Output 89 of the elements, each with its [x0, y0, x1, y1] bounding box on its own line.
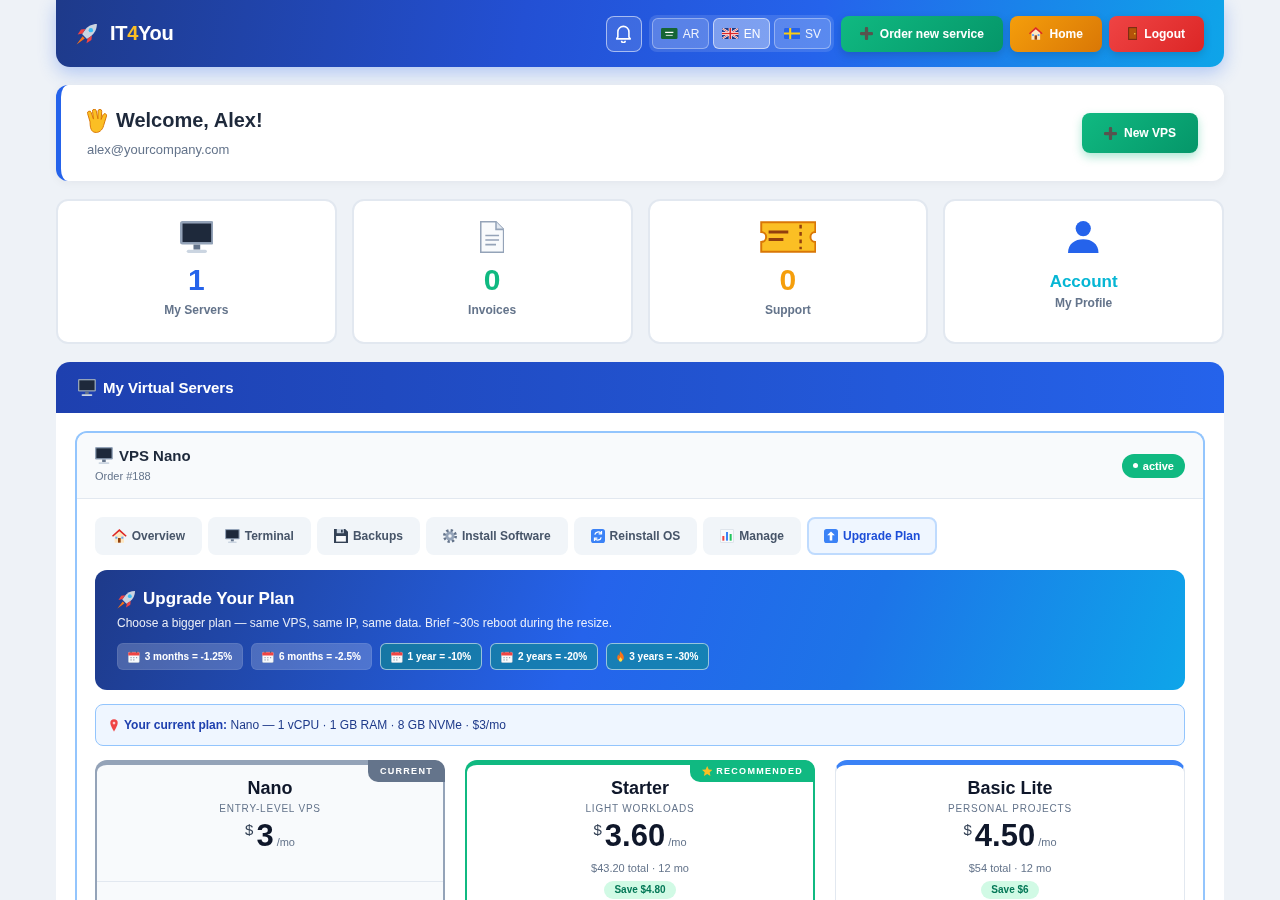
welcome-title: Welcome, Alex! [115, 109, 263, 132]
bell-icon [616, 24, 632, 43]
discount-chip: 1 year = -10% [379, 643, 483, 670]
notifications-button[interactable] [605, 15, 642, 52]
plan-name: Basic Lite [967, 777, 1053, 799]
plan-name: Starter [611, 777, 669, 799]
plan-price: $3/mo [245, 819, 295, 855]
monitor-icon [78, 379, 96, 396]
monitor-icon [95, 447, 113, 464]
bar-chart-icon [720, 529, 735, 543]
section-title: My Virtual Servers [102, 379, 234, 396]
stat-value: 0 [779, 262, 797, 298]
plus-icon [859, 27, 873, 40]
stat-label: My Profile [1054, 296, 1113, 310]
flag-icon [722, 28, 739, 39]
order-number: Order #188 [95, 470, 151, 482]
new-vps-button[interactable]: New VPS [1081, 113, 1198, 153]
discount-chip: 6 months = -2.5% [251, 643, 372, 670]
user-email: alex@yourcompany.com [87, 141, 230, 157]
document-icon [479, 221, 505, 253]
stat-value: 0 [483, 262, 501, 298]
stat-card[interactable]: 0 Invoices [351, 199, 633, 344]
stat-card[interactable]: 0 Support [647, 199, 929, 344]
stat-value: Account [1049, 271, 1118, 293]
star-icon [701, 766, 713, 776]
house-icon [112, 529, 127, 543]
plan-badge: RECOMMENDED [689, 760, 815, 782]
plan-price: $3.60/mo [593, 819, 687, 855]
discount-chip: 3 years = -30% [606, 643, 710, 670]
rocket-icon [117, 589, 136, 609]
pin-icon [110, 718, 118, 732]
plan-tagline: PERSONAL PROJECTS [948, 803, 1072, 815]
flag-icon [783, 28, 801, 39]
home-button[interactable]: Home [1009, 15, 1102, 52]
plan-tagline: LIGHT WORKLOADS [585, 803, 695, 815]
calendar-icon [501, 650, 513, 663]
calendar-icon [128, 650, 140, 663]
stat-card[interactable]: 1 My Servers [56, 199, 337, 344]
stat-label: Support [764, 303, 811, 317]
door-icon [1127, 27, 1138, 40]
discount-chip: 3 months = -1.25% [117, 643, 244, 670]
stat-label: Invoices [468, 303, 517, 317]
house-icon [1028, 27, 1043, 40]
upgrade-description: Choose a bigger plan — same VPS, same IP, same data. Brief ~30s reboot during the resize. [117, 616, 613, 630]
savings-pill: Save $4.80 [604, 881, 676, 899]
stat-label: My Servers [164, 303, 229, 317]
plan-tagline: ENTRY-LEVEL VPS [219, 803, 321, 815]
waving-hand-icon [87, 108, 108, 133]
plus-icon [1103, 126, 1117, 140]
plan-card[interactable]: Basic Lite PERSONAL PROJECTS $4.50/mo $54 total · 12 mo Save $6 [835, 760, 1185, 900]
rocket-icon [76, 22, 98, 45]
language-button[interactable]: AR [651, 18, 709, 49]
plan-card[interactable]: CURRENT Nano ENTRY-LEVEL VPS $3/mo [95, 760, 445, 900]
status-badge: active [1121, 453, 1185, 478]
stat-value: 1 [188, 262, 205, 298]
flag-icon [661, 28, 678, 39]
monitor-icon [179, 221, 214, 253]
monitor-icon [225, 529, 240, 543]
language-button[interactable]: SV [773, 18, 831, 49]
tab[interactable]: Upgrade Plan [806, 517, 938, 555]
savings-pill: Save $6 [981, 881, 1039, 899]
discount-chip: 2 years = -20% [490, 643, 599, 670]
tab[interactable]: Backups [316, 517, 420, 555]
plan-badge: CURRENT [367, 760, 445, 782]
stat-card[interactable]: Account My Profile [943, 199, 1224, 344]
fire-icon [617, 650, 625, 663]
upgrade-title: Upgrade Your Plan [143, 588, 295, 610]
refresh-icon [590, 529, 605, 543]
server-name: VPS Nano [118, 447, 191, 464]
plan-total: $43.20 total · 12 mo [591, 861, 689, 875]
tab[interactable]: Install Software [425, 517, 568, 555]
plan-name: Nano [247, 777, 293, 799]
plan-price: $4.50/mo [963, 819, 1057, 855]
current-plan-text: Your current plan: Nano — 1 vCPU · 1 GB RAM · 8 GB NVMe · $3/mo [124, 718, 506, 732]
person-icon [1068, 221, 1099, 253]
tab[interactable]: Terminal [208, 517, 311, 555]
logo-text: IT4You [110, 22, 174, 45]
tab[interactable]: Reinstall OS [573, 517, 698, 555]
tab[interactable]: Manage [703, 517, 801, 555]
plan-card[interactable]: RECOMMENDED Starter LIGHT WORKLOADS $3.60/mo $43.20 total · 12 mo Save $4.80 [465, 760, 815, 900]
calendar-icon [262, 650, 274, 663]
logout-button[interactable]: Logout [1108, 15, 1204, 52]
ticket-icon [759, 221, 817, 253]
order-button[interactable]: Order new service [840, 15, 1003, 52]
gear-icon [442, 529, 457, 543]
calendar-icon [390, 650, 403, 663]
plan-total: $54 total · 12 mo [968, 861, 1052, 875]
status-dot-icon [1132, 463, 1138, 468]
tab[interactable]: Overview [95, 517, 203, 555]
